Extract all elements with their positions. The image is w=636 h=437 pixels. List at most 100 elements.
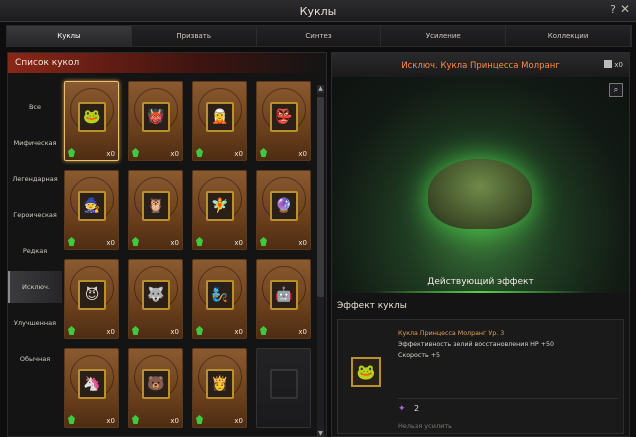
category-heroic[interactable]: Героическая	[8, 199, 62, 231]
category-mythic[interactable]: Мифическая	[8, 127, 62, 159]
doll-grid: 🐸 x0 👹 x0 🧝 x0 👺 x0 🧙 x0 🦉 x0 🧚 x0 🔮 x0 😈 x0 🐺 x0 …	[64, 81, 314, 437]
doll-card[interactable]: 🧞 x0	[192, 259, 247, 339]
doll-portrait-icon: 🐻	[142, 369, 170, 399]
doll-count: x0	[298, 150, 307, 158]
window-title: Куклы	[299, 5, 337, 18]
magnifier-icon[interactable]: ⌕	[609, 83, 623, 97]
rarity-gem-icon	[260, 237, 267, 246]
doll-count: x0	[106, 239, 115, 247]
doll-portrait-icon: 👺	[270, 102, 298, 132]
category-list: Все Мифическая Легендарная Героическая Р…	[8, 75, 63, 437]
doll-card[interactable]: 🔮 x0	[256, 170, 311, 250]
effect-divider	[398, 398, 618, 399]
scroll-thumb[interactable]	[317, 97, 324, 297]
rarity-gem-icon	[196, 415, 203, 424]
title-bar: Куклы ? ✕	[0, 0, 636, 22]
doll-count: x0	[106, 150, 115, 158]
doll-card[interactable]: 🧝 x0	[192, 81, 247, 161]
category-legendary[interactable]: Легендарная	[8, 163, 62, 195]
doll-preview: ⌕	[332, 77, 629, 293]
scroll-up-icon[interactable]: ▲	[317, 85, 324, 93]
doll-card[interactable]: 🐻 x0	[128, 348, 183, 428]
doll-portrait-icon: 👸	[206, 369, 234, 399]
tab-synthesis[interactable]: Синтез	[256, 26, 382, 46]
category-exclusive[interactable]: Исключ.	[8, 271, 62, 303]
doll-count: x0	[170, 417, 179, 425]
star-icon: ✦	[398, 404, 406, 414]
doll-portrait-icon: 😈	[78, 280, 106, 310]
doll-name: Исключ. Кукла Принцесса Молранг	[401, 61, 560, 71]
rarity-gem-icon	[68, 415, 75, 424]
doll-portrait-icon: 🔮	[270, 191, 298, 221]
rarity-gem-icon	[68, 148, 75, 157]
help-icon[interactable]: ?	[610, 3, 616, 16]
category-rare[interactable]: Редкая	[8, 235, 62, 267]
doll-portrait-icon: 🐸	[351, 357, 381, 387]
scroll-down-icon[interactable]: ▼	[317, 430, 324, 437]
doll-effect-title: Эффект куклы	[337, 301, 407, 311]
doll-list-panel: Список кукол Все Мифическая Легендарная …	[7, 52, 327, 437]
close-icon[interactable]: ✕	[620, 2, 630, 16]
doll-count: x0	[234, 150, 243, 158]
frog-doll-model	[428, 159, 532, 229]
rarity-gem-icon	[260, 148, 267, 157]
doll-count: x0	[106, 328, 115, 336]
upgrade-status: Нельзя усилить	[398, 422, 452, 430]
rarity-gem-icon	[196, 326, 203, 335]
rarity-gem-icon	[132, 237, 139, 246]
detail-header: Исключ. Кукла Принцесса Молранг x0	[332, 53, 629, 77]
doll-card[interactable]: 🦉 x0	[128, 170, 183, 250]
doll-count: x0	[298, 328, 307, 336]
owned-count-value: x0	[614, 61, 623, 69]
doll-card[interactable]: 🐺 x0	[128, 259, 183, 339]
doll-card[interactable]: 😈 x0	[64, 259, 119, 339]
doll-card-locked[interactable]	[256, 348, 311, 428]
rarity-gem-icon	[132, 415, 139, 424]
doll-portrait-icon: 🦉	[142, 191, 170, 221]
doll-card[interactable]: 🦄 x0	[64, 348, 119, 428]
star-count: 2	[414, 404, 420, 413]
tab-dolls[interactable]: Куклы	[7, 26, 132, 46]
doll-count: x0	[170, 328, 179, 336]
doll-card[interactable]: 🤖 x0	[256, 259, 311, 339]
doll-count: x0	[234, 417, 243, 425]
doll-card[interactable]: 👺 x0	[256, 81, 311, 161]
category-all[interactable]: Все	[8, 91, 62, 123]
rarity-gem-icon	[68, 326, 75, 335]
active-effect-label: Действующий эффект	[427, 277, 534, 287]
doll-count: x0	[170, 239, 179, 247]
rarity-gem-icon	[260, 326, 267, 335]
category-common[interactable]: Обычная	[8, 343, 62, 375]
effect-doll-name: Кукла Принцесса Молранг Ур. 3	[398, 330, 505, 337]
tab-collections[interactable]: Коллекции	[506, 26, 631, 46]
tab-summon[interactable]: Призвать	[131, 26, 257, 46]
doll-portrait-icon: 🧞	[206, 280, 234, 310]
doll-count: x0	[298, 239, 307, 247]
card-stack-icon	[604, 60, 613, 68]
doll-card[interactable]: 🧙 x0	[64, 170, 119, 250]
doll-portrait-icon	[270, 369, 298, 399]
active-effect-divider	[372, 291, 589, 293]
main-tabs: Куклы Призвать Синтез Усиление Коллекции	[6, 25, 632, 47]
tab-enhance[interactable]: Усиление	[381, 26, 507, 46]
doll-card[interactable]: 👹 x0	[128, 81, 183, 161]
doll-card[interactable]: 🧚 x0	[192, 170, 247, 250]
doll-portrait-icon: 🦄	[78, 369, 106, 399]
rarity-gem-icon	[68, 237, 75, 246]
doll-detail-panel: Исключ. Кукла Принцесса Молранг x0 ⌕ Дей…	[331, 52, 630, 437]
doll-card[interactable]: 👸 x0	[192, 348, 247, 428]
effect-stat-speed: Скорость +5	[398, 352, 441, 359]
doll-portrait-icon: 🐺	[142, 280, 170, 310]
doll-portrait-icon: 🧝	[206, 102, 234, 132]
doll-card[interactable]: 🐸 x0	[64, 81, 119, 161]
doll-portrait-icon: 🐸	[78, 102, 106, 132]
effect-stat-hp-potion: Эффективность зелий восстановления HP +5…	[398, 341, 554, 348]
category-improved[interactable]: Улучшенная	[8, 307, 62, 339]
doll-count: x0	[234, 328, 243, 336]
doll-portrait-icon: 🤖	[270, 280, 298, 310]
rarity-gem-icon	[196, 148, 203, 157]
rarity-gem-icon	[132, 148, 139, 157]
doll-count: x0	[234, 239, 243, 247]
list-scrollbar[interactable]: ▲ ▼	[317, 85, 324, 437]
doll-portrait-icon: 👹	[142, 102, 170, 132]
